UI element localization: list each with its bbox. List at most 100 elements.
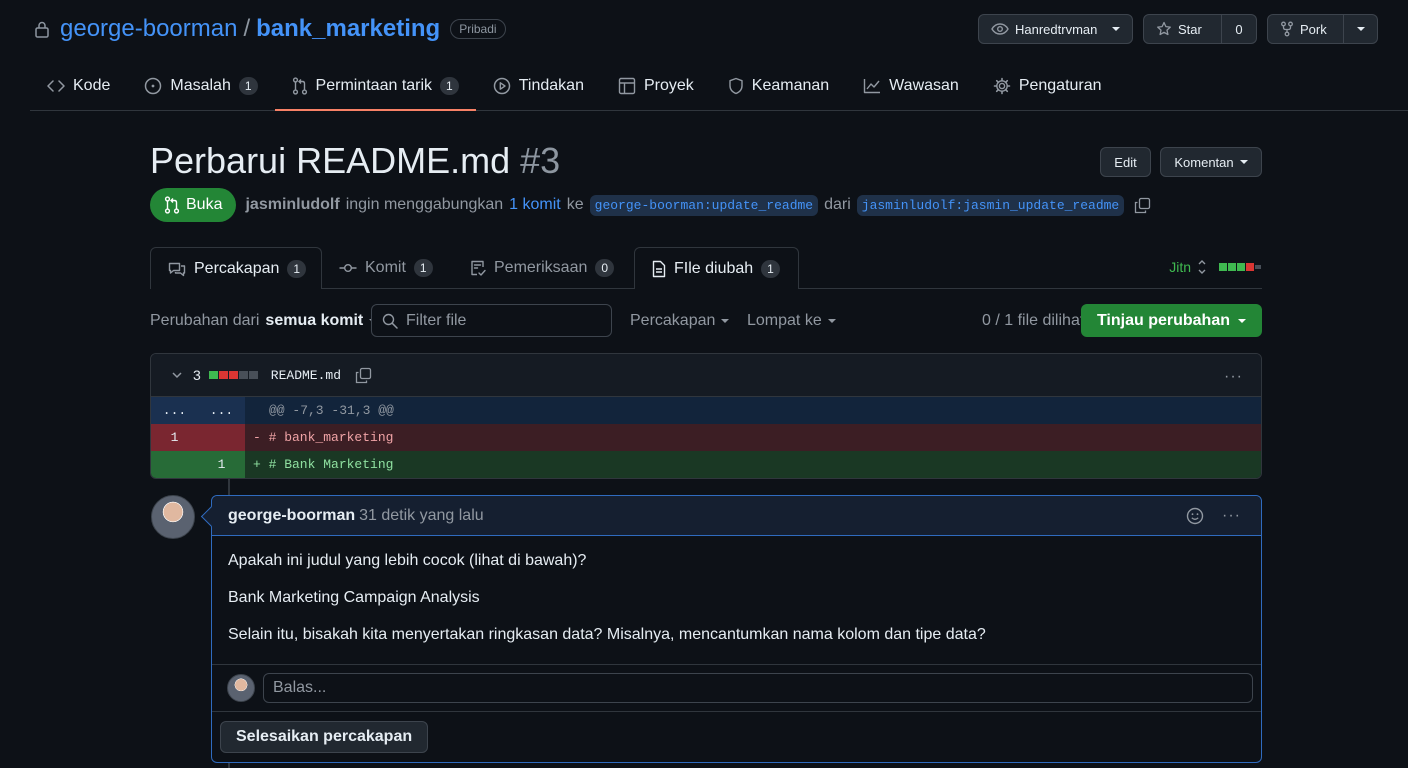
expand-right[interactable]: ... [198, 403, 245, 418]
play-icon [493, 77, 511, 95]
nav-settings[interactable]: Pengaturan [976, 62, 1119, 110]
kebab-menu-icon[interactable]: ··· [1222, 507, 1241, 525]
comment-time[interactable]: 31 detik yang lalu [359, 507, 484, 525]
tab-commits[interactable]: Komit 1 [322, 247, 450, 289]
repo-actions: Hanredtrvman Star 0 Pork [978, 14, 1378, 44]
nav-code-label: Kode [73, 77, 111, 94]
pr-title-text: Perbarui README.md [150, 140, 511, 181]
comment-menu-button[interactable]: Komentan [1160, 147, 1262, 177]
repo-separator: / [243, 15, 251, 42]
diff-stat[interactable]: Jitn [1169, 259, 1262, 275]
diffstat-squares [1219, 263, 1262, 271]
comment-author-link[interactable]: george-boorman [228, 507, 355, 525]
added-line-number[interactable]: 1 [198, 457, 245, 472]
commit-icon [339, 262, 357, 274]
into-text: ke [566, 196, 584, 213]
nav-projects[interactable]: Proyek [601, 62, 711, 110]
nav-issues[interactable]: Masalah 1 [127, 62, 274, 110]
page-title: Perbarui README.md #3 [150, 140, 560, 182]
checklist-icon [470, 259, 486, 277]
from-text: dari [824, 196, 851, 213]
expand-left[interactable]: ... [151, 403, 198, 418]
deleted-line-number[interactable]: 1 [151, 430, 198, 445]
nav-pulls-label: Permintaan tarik [315, 77, 433, 94]
nav-insights-label: Wawasan [889, 77, 959, 94]
code-icon [47, 79, 65, 93]
repo-name-link[interactable]: bank_marketing [256, 15, 440, 43]
chevron-down-icon [1112, 27, 1120, 31]
tab-files-changed[interactable]: FIle diubah 1 [634, 247, 799, 289]
files-counter: 1 [761, 259, 780, 278]
deleted-line: - # bank_marketing [245, 424, 1261, 451]
resolve-conversation-button[interactable]: Selesaikan percakapan [220, 721, 429, 753]
lock-icon [34, 20, 50, 38]
fork-menu-button[interactable] [1344, 14, 1378, 44]
hunk-header: @@ -7,3 -31,3 @@ [245, 397, 1261, 424]
nav-code[interactable]: Kode [30, 62, 127, 110]
fork-icon [1280, 21, 1294, 37]
star-icon [1156, 21, 1172, 37]
avatar[interactable] [151, 495, 195, 539]
pulls-counter: 1 [440, 77, 459, 95]
comment-discussion-icon [168, 261, 186, 277]
pr-author-link[interactable]: jasminludolf [245, 196, 339, 214]
filter-files-input[interactable] [406, 311, 596, 330]
deleted-line-row: 1 - # bank_marketing [151, 424, 1261, 451]
review-changes-button[interactable]: Tinjau perubahan [1080, 304, 1262, 337]
nav-security-label: Keamanan [751, 77, 830, 94]
reply-input[interactable] [263, 673, 1253, 703]
nav-actions[interactable]: Tindakan [476, 62, 601, 110]
fork-label: Pork [1300, 21, 1327, 37]
copy-icon[interactable] [355, 367, 372, 384]
jump-label: Jitn [1169, 259, 1191, 275]
tab-conversation[interactable]: Percakapan 1 [150, 247, 322, 289]
file-name[interactable]: README.md [271, 368, 341, 383]
comment-header: george-boorman 31 detik yang lalu ··· [212, 496, 1261, 536]
conversations-dropdown[interactable]: Percakapan [630, 312, 730, 330]
star-label: Star [1178, 21, 1202, 37]
diffstat-squares [208, 371, 259, 379]
changes-from-dropdown[interactable]: Perubahan dari semua komit [150, 312, 378, 330]
chevron-down-icon [1356, 27, 1365, 31]
nav-projects-label: Proyek [643, 77, 694, 94]
conversation-counter: 1 [287, 259, 307, 278]
kebab-menu-icon[interactable]: ··· [1224, 368, 1243, 386]
shield-icon [728, 77, 744, 95]
status-label: Buka [186, 196, 223, 213]
copy-icon[interactable] [1134, 197, 1151, 214]
issues-counter: 1 [238, 77, 258, 95]
pull-request-icon [164, 196, 180, 214]
added-line: + # Bank Marketing [245, 451, 1261, 478]
nav-insights[interactable]: Wawasan [846, 62, 976, 110]
pr-number: #3 [520, 140, 561, 181]
filter-files-field[interactable] [371, 304, 612, 337]
tab-checks[interactable]: Pemeriksaan 0 [453, 247, 631, 289]
nav-pull-requests[interactable]: Permintaan tarik 1 [274, 62, 476, 111]
star-group: Star 0 [1143, 14, 1257, 44]
pr-meta: Buka jasminludolf ingin menggabungkan 1 … [150, 188, 1151, 222]
star-button[interactable]: Star [1143, 14, 1222, 44]
star-count[interactable]: 0 [1222, 14, 1257, 44]
chevron-down-icon[interactable] [171, 369, 183, 381]
graph-icon [863, 78, 881, 94]
nav-security[interactable]: Keamanan [711, 62, 846, 110]
repo-owner-link[interactable]: george-boorman [60, 15, 237, 43]
pull-request-icon [292, 77, 308, 95]
nav-settings-label: Pengaturan [1018, 77, 1102, 94]
tab-commits-label: Komit [365, 259, 406, 276]
edit-button[interactable]: Edit [1100, 147, 1151, 177]
watch-button[interactable]: Hanredtrvman [978, 14, 1133, 44]
watch-label: Hanredtrvman [1015, 21, 1098, 37]
fork-button[interactable]: Pork [1267, 14, 1344, 44]
hunk-header-row[interactable]: ... ... @@ -7,3 -31,3 @@ [151, 397, 1261, 424]
commits-link[interactable]: 1 komit [509, 196, 561, 214]
smiley-icon[interactable] [1186, 507, 1204, 525]
comment-paragraph: Bank Marketing Campaign Analysis [228, 589, 480, 606]
visibility-badge: Pribadi [450, 19, 506, 39]
base-branch[interactable]: george-boorman:update_readme [589, 194, 819, 216]
chevron-down-icon [827, 319, 836, 323]
changes-count: 3 [193, 367, 201, 383]
jump-to-dropdown[interactable]: Lompat ke [747, 312, 836, 330]
head-branch[interactable]: jasminludolf:jasmin_update_readme [856, 194, 1125, 216]
files-toolbar: Perubahan dari semua komit Percakapan Lo… [150, 304, 1262, 337]
